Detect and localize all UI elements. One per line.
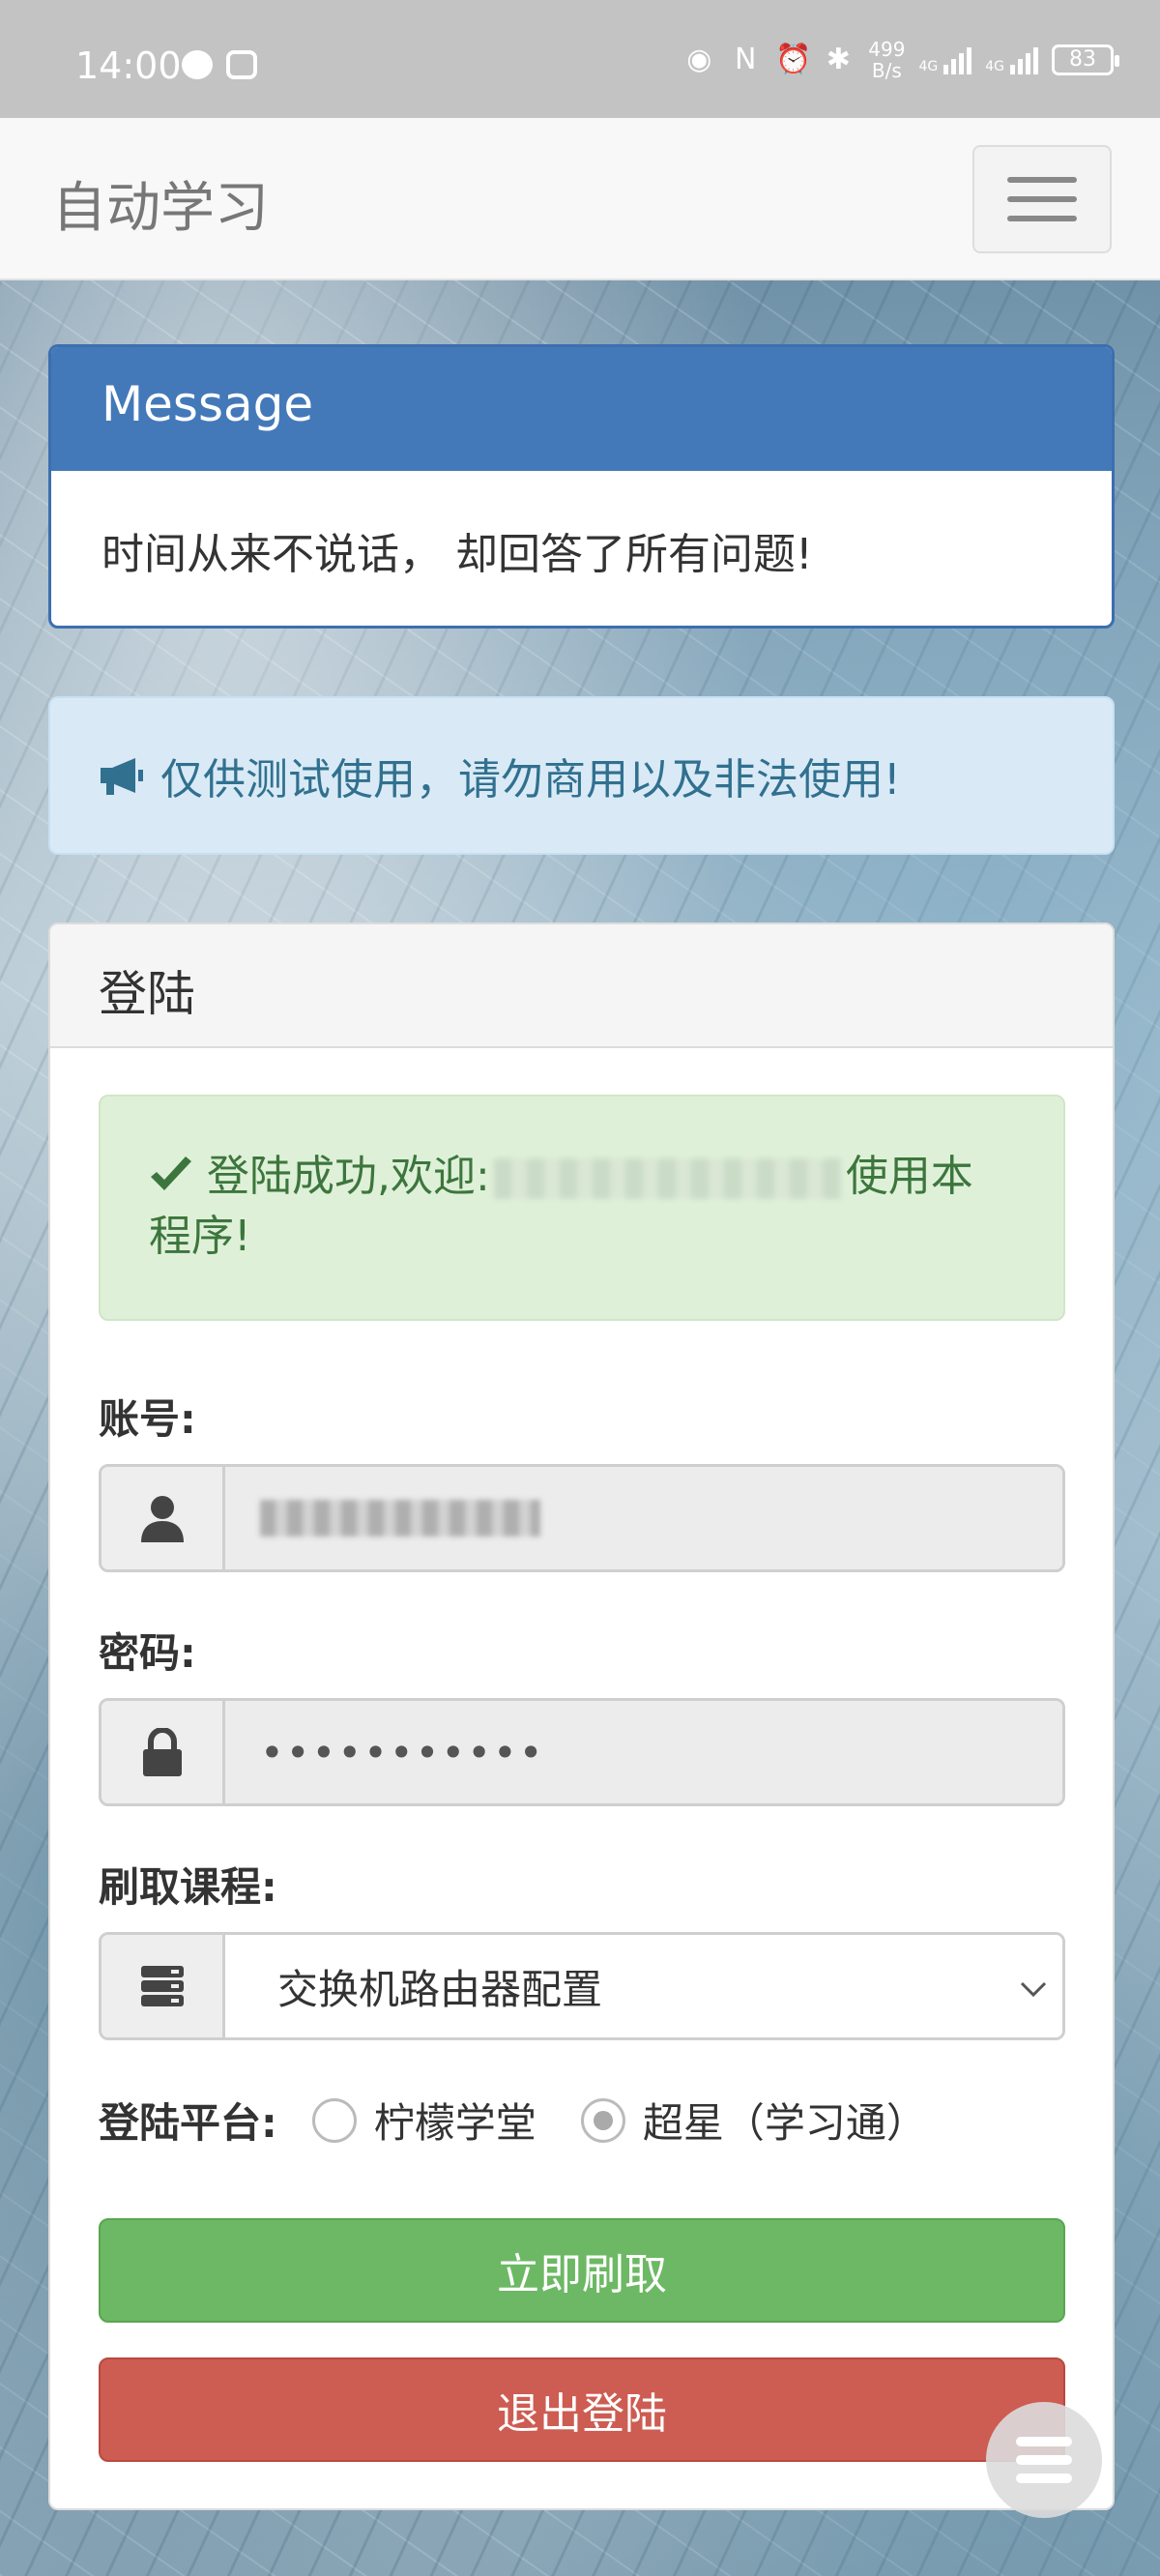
logout-button[interactable]: 退出登陆 (99, 2357, 1065, 2462)
success-alert: 登陆成功,欢迎: 使用本程序! (99, 1095, 1065, 1321)
network-rate: 499 B/s (868, 39, 905, 81)
account-input-group (99, 1464, 1065, 1572)
radio-unchecked[interactable] (311, 2097, 357, 2143)
status-right-icons: ◉ N ⏰ ✱ 499 B/s 4G 4G 83 (682, 39, 1119, 81)
battery-level: 83 (1069, 47, 1096, 72)
hamburger-line (1007, 216, 1077, 221)
nfc-icon: N (735, 43, 757, 76)
chat-notification-icon (182, 50, 213, 79)
radio-checked[interactable] (580, 2097, 625, 2143)
password-input-group: ••••••••••• (99, 1698, 1065, 1806)
course-select-group: 交换机路由器配置 (99, 1932, 1065, 2040)
platform-option-label: 超星（学习通） (642, 2099, 927, 2147)
menu-icon (1016, 2437, 1072, 2446)
message-panel-body: 时间从来不说话， 却回答了所有问题! (102, 530, 813, 579)
hamburger-icon (1007, 177, 1077, 183)
platform-option-label: 柠檬学堂 (373, 2099, 536, 2147)
navbar: 自动学习 (0, 118, 1160, 280)
checkmark-icon (149, 1151, 193, 1190)
bluetooth-icon: ✱ (826, 43, 851, 76)
info-alert-text: 仅供测试使用，请勿商用以及非法使用! (160, 755, 901, 805)
signal-2-label: 4G (985, 59, 1004, 74)
message-panel: Message 时间从来不说话， 却回答了所有问题! (48, 344, 1115, 629)
signal-icon-2: 4G (985, 45, 1038, 74)
eye-icon: ◉ (686, 43, 712, 76)
password-label: 密码: (99, 1629, 196, 1677)
network-rate-value: 499 (868, 38, 906, 61)
success-prefix: 登陆成功,欢迎: (207, 1152, 490, 1201)
user-icon (102, 1467, 225, 1569)
menu-icon-line (1016, 2455, 1072, 2465)
signal-icon-1: 4G (918, 45, 972, 74)
platform-radio-group: 登陆平台: 柠檬学堂 超星（学习通） (99, 2091, 972, 2150)
alarm-icon: ⏰ (775, 43, 812, 76)
floating-menu-button[interactable] (986, 2402, 1102, 2518)
redacted-account-value (260, 1500, 540, 1537)
battery-icon: 83 (1052, 44, 1119, 75)
start-button[interactable]: 立即刷取 (99, 2218, 1065, 2323)
platform-option-ningmeng[interactable]: 柠檬学堂 (311, 2091, 536, 2150)
account-label: 账号: (99, 1395, 196, 1443)
platform-option-chaoxing[interactable]: 超星（学习通） (580, 2091, 927, 2150)
course-label: 刷取课程: (99, 1863, 277, 1911)
menu-toggle-button[interactable] (972, 145, 1112, 253)
course-select[interactable]: 交换机路由器配置 (225, 1935, 1062, 2037)
password-input[interactable]: ••••••••••• (225, 1701, 1062, 1803)
lock-icon (102, 1701, 225, 1803)
login-panel-title: 登陆 (50, 924, 1113, 1048)
chevron-down-icon (1020, 1968, 1047, 2006)
hamburger-line (1007, 196, 1077, 202)
notification-icons (182, 50, 257, 79)
app-notification-icon (226, 50, 257, 79)
bullhorn-icon (97, 754, 145, 797)
network-rate-unit: B/s (871, 59, 902, 82)
status-time: 14:00 (75, 44, 182, 87)
redacted-username (493, 1158, 842, 1199)
info-alert: 仅供测试使用，请勿商用以及非法使用! (48, 696, 1115, 855)
login-panel: 登陆 登陆成功,欢迎: 使用本程序! 账号: 密码: ••••••••••• 刷… (48, 922, 1115, 2510)
platform-label: 登陆平台: (99, 2099, 277, 2147)
menu-icon-line (1016, 2474, 1072, 2483)
account-input[interactable] (225, 1467, 1062, 1569)
server-icon (102, 1935, 225, 2037)
navbar-brand[interactable]: 自动学习 (52, 164, 269, 243)
status-bar: 14:00 ◉ N ⏰ ✱ 499 B/s 4G 4G 83 (0, 0, 1160, 118)
course-selected-value: 交换机路由器配置 (277, 1965, 603, 2013)
signal-1-label: 4G (918, 59, 939, 74)
message-panel-title: Message (51, 347, 1112, 471)
